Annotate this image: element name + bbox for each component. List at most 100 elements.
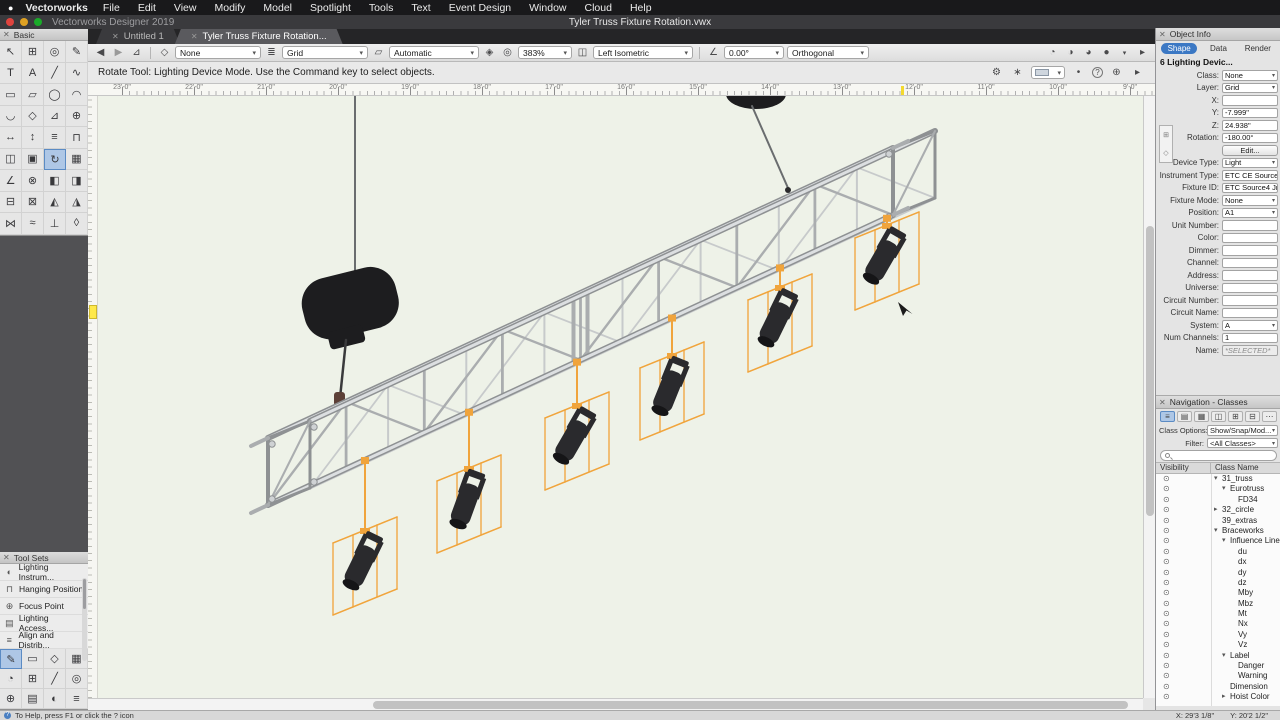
tab-close-icon[interactable]: ✕ — [191, 32, 198, 41]
basic-tool-button[interactable]: ⊟ — [0, 191, 22, 213]
class-row-dimension[interactable]: ⊙ Dimension — [1156, 682, 1280, 692]
class-row-39-extras[interactable]: ⊙ 39_extras — [1156, 516, 1280, 526]
document-tab[interactable]: ✕ Tyler Truss Fixture Rotation... — [175, 29, 343, 44]
basic-tool-button[interactable]: ◫ — [0, 148, 22, 170]
close-icon[interactable]: ✕ — [1159, 398, 1166, 407]
basic-tool-button[interactable]: ∠ — [0, 170, 22, 192]
basic-tool-button[interactable]: ∿ — [66, 62, 88, 84]
basic-tool-button[interactable]: ⊕ — [66, 105, 88, 127]
navigation-mode-icon[interactable]: ⊞ — [1228, 411, 1243, 422]
visibility-eye-icon[interactable]: ⊙ — [1163, 588, 1170, 598]
basic-tool-button[interactable]: ≡ — [44, 127, 66, 149]
class-row-31-truss[interactable]: ⊙ ▾ 31_truss — [1156, 474, 1280, 484]
menu-help[interactable]: Help — [621, 2, 661, 14]
close-icon[interactable]: ✕ — [1159, 30, 1166, 39]
class-filter-dropdown[interactable]: <All Classes> ▾ — [1207, 437, 1278, 449]
basic-tool-button[interactable]: ↔ — [0, 127, 22, 149]
menu-window[interactable]: Window — [520, 2, 575, 14]
active-class-dropdown[interactable]: None ▾ — [175, 46, 261, 59]
field-circuit-number[interactable] — [1222, 295, 1278, 306]
drawing-canvas[interactable] — [88, 96, 1143, 698]
basic-tool-button[interactable]: ⊓ — [66, 127, 88, 149]
menu-text[interactable]: Text — [402, 2, 439, 14]
fit-objects-icon[interactable]: ◈ — [482, 47, 497, 58]
menu-model[interactable]: Model — [254, 2, 301, 14]
class-row-braceworks[interactable]: ⊙ ▾ Braceworks — [1156, 526, 1280, 536]
chevron-down-icon[interactable]: ▾ — [1117, 49, 1132, 57]
rotation-field[interactable]: -180.00° — [1222, 132, 1278, 143]
basic-tool-button[interactable]: ⋈ — [0, 213, 22, 235]
field-circuit-name[interactable] — [1222, 307, 1278, 318]
class-row-mby[interactable]: ⊙ Mby — [1156, 588, 1280, 598]
back-arrow-icon[interactable]: ◀ — [93, 47, 108, 58]
visibility-eye-icon[interactable]: ⊙ — [1163, 495, 1170, 505]
class-row-nx[interactable]: ⊙ Nx — [1156, 619, 1280, 629]
visibility-eye-icon[interactable]: ⊙ — [1163, 609, 1170, 619]
basic-tool-button[interactable]: ⊗ — [22, 170, 44, 192]
basic-tool-button[interactable]: ◨ — [66, 170, 88, 192]
basic-tool-button[interactable]: ◡ — [0, 105, 22, 127]
class-search-input[interactable] — [1160, 450, 1277, 461]
visibility-eye-icon[interactable]: ⊙ — [1163, 505, 1170, 515]
visibility-eye-icon[interactable]: ⊙ — [1163, 630, 1170, 640]
rotation-angle-field[interactable]: 0.00° ▾ — [724, 46, 784, 59]
active-plane-dropdown[interactable]: Automatic ▾ — [389, 46, 479, 59]
menu-view[interactable]: View — [165, 2, 206, 14]
basic-tool-button[interactable]: ◎ — [44, 41, 66, 63]
toolset-tool-button[interactable]: ╱ — [44, 669, 66, 689]
render-mode-icon[interactable]: ◕ — [1081, 47, 1096, 58]
disclosure-closed-icon[interactable]: ▸ — [1222, 692, 1230, 702]
edit-button[interactable]: Edit... — [1222, 144, 1278, 156]
tab-render[interactable]: Render — [1240, 43, 1276, 54]
class-row-label[interactable]: ⊙ ▾ Label — [1156, 651, 1280, 661]
field-universe[interactable] — [1222, 282, 1278, 293]
class-row-mbz[interactable]: ⊙ Mbz — [1156, 599, 1280, 609]
class-row-influence-line[interactable]: ⊙ ▾ Influence Line — [1156, 536, 1280, 546]
tab-data[interactable]: Data — [1200, 43, 1236, 54]
document-tab[interactable]: ✕ Untitled 1 — [96, 29, 180, 44]
class-row-eurotruss[interactable]: ⊙ ▾ Eurotruss — [1156, 484, 1280, 494]
attribute-swatch-dropdown[interactable]: ▾ — [1031, 66, 1065, 79]
render-mode-icon[interactable]: ● — [1099, 47, 1114, 58]
visibility-eye-icon[interactable]: ⊙ — [1163, 516, 1170, 526]
basic-tool-button[interactable]: ◭ — [44, 191, 66, 213]
basic-tool-button[interactable]: ◊ — [66, 213, 88, 235]
field-address[interactable] — [1222, 270, 1278, 281]
horizontal-scrollbar-thumb[interactable] — [373, 701, 1128, 709]
field-instrument-type[interactable]: ETC CE Source▾ — [1222, 170, 1278, 181]
class-row-dy[interactable]: ⊙ dy — [1156, 568, 1280, 578]
visibility-eye-icon[interactable]: ⊙ — [1163, 651, 1170, 661]
basic-tool-button[interactable]: ⊞ — [22, 41, 44, 63]
current-view-dropdown[interactable]: Left Isometric ▾ — [593, 46, 693, 59]
visibility-eye-icon[interactable]: ⊙ — [1163, 568, 1170, 578]
menu-file[interactable]: File — [94, 2, 129, 14]
projection-dropdown[interactable]: Orthogonal ▾ — [787, 46, 869, 59]
visibility-eye-icon[interactable]: ⊙ — [1163, 526, 1170, 536]
menu-cloud[interactable]: Cloud — [576, 2, 621, 14]
disclosure-open-icon[interactable]: ▾ — [1222, 484, 1230, 494]
saved-views-icon[interactable]: ⊿ — [129, 47, 144, 58]
basic-tool-button[interactable]: ◯ — [44, 84, 66, 106]
active-layer-dropdown[interactable]: Grid ▾ — [282, 46, 368, 59]
field-device-type[interactable]: Light ▾ — [1222, 157, 1278, 168]
help-icon[interactable]: ? — [1092, 67, 1103, 78]
class-dropdown[interactable]: None ▾ — [1222, 70, 1278, 81]
close-icon[interactable]: ✕ — [3, 553, 10, 562]
help-indicator-icon[interactable]: ? — [4, 712, 11, 719]
menu-spotlight[interactable]: Spotlight — [301, 2, 360, 14]
visibility-eye-icon[interactable]: ⊙ — [1163, 557, 1170, 567]
x-field[interactable] — [1222, 95, 1278, 106]
class-row-fd34[interactable]: ⊙ FD34 — [1156, 495, 1280, 505]
class-row-du[interactable]: ⊙ du — [1156, 547, 1280, 557]
drawing-area[interactable] — [88, 96, 1143, 698]
class-row-dx[interactable]: ⊙ dx — [1156, 557, 1280, 567]
close-icon[interactable]: ✕ — [3, 30, 10, 39]
class-row-hoist-color[interactable]: ⊙ ▸ Hoist Color — [1156, 692, 1280, 702]
toolset-item-hanging-position[interactable]: ⊓ Hanging Position — [0, 581, 88, 598]
visibility-eye-icon[interactable]: ⊙ — [1163, 474, 1170, 484]
visibility-eye-icon[interactable]: ⊙ — [1163, 661, 1170, 671]
basic-tool-button[interactable]: ↖ — [0, 41, 22, 63]
class-row-warning[interactable]: ⊙ Warning — [1156, 671, 1280, 681]
visibility-eye-icon[interactable]: ⊙ — [1163, 599, 1170, 609]
basic-tool-button[interactable]: ⊿ — [44, 105, 66, 127]
